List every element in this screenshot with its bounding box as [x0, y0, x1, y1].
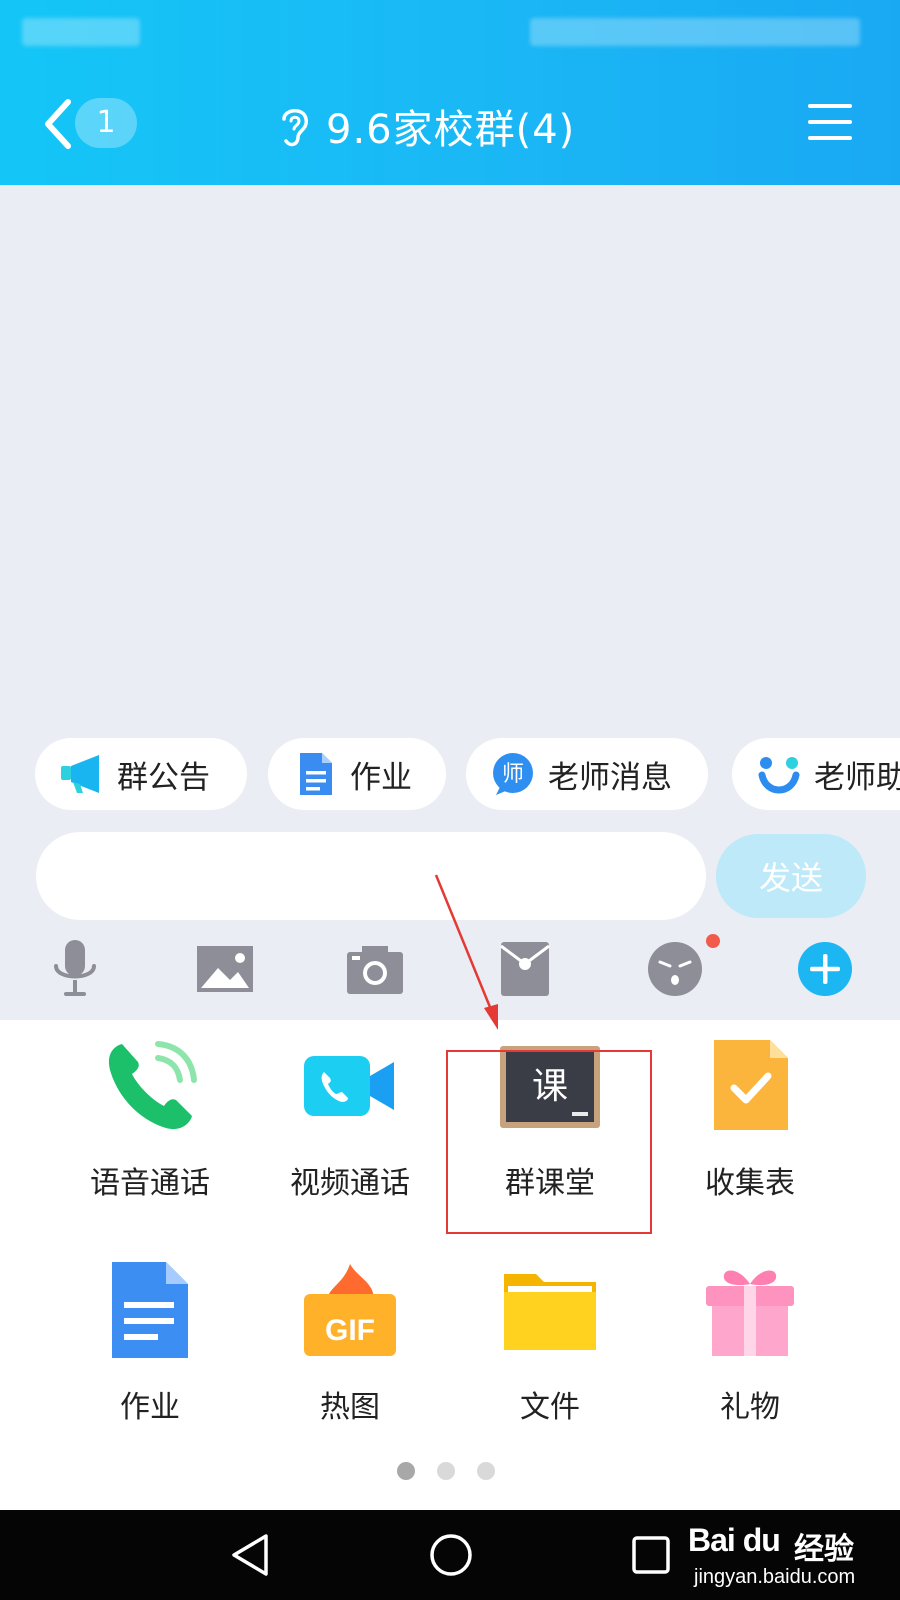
svg-text:师: 师 [502, 762, 524, 787]
watermark-logo: Bai du [688, 1522, 781, 1558]
back-triangle-icon[interactable] [226, 1530, 276, 1580]
folder-icon [504, 1274, 596, 1350]
camera-icon[interactable] [344, 938, 406, 1000]
grid-item-video-call[interactable]: 视频通话 [250, 1020, 450, 1220]
grid-item-voice-call[interactable]: 语音通话 [50, 1020, 250, 1220]
gift-icon [706, 1270, 794, 1356]
grid-item-hot-gif[interactable]: GIF 热图 [250, 1244, 450, 1444]
grid-item-gift[interactable]: 礼物 [650, 1244, 850, 1444]
image-icon[interactable] [194, 938, 256, 1000]
grid-label: 语音通话 [90, 1166, 210, 1201]
grid-label: 收集表 [705, 1166, 795, 1201]
status-bar-left-blur [22, 18, 140, 46]
teacher-message-icon: 师 [493, 753, 533, 795]
message-input[interactable] [36, 832, 706, 920]
grid-item-collection-form[interactable]: 收集表 [650, 1020, 850, 1220]
document-icon [300, 753, 332, 795]
menu-icon[interactable] [808, 102, 852, 142]
send-button[interactable]: 发送 [716, 834, 866, 918]
chip-teacher-assistant[interactable]: 老师助 [732, 738, 900, 810]
recents-square-icon[interactable] [626, 1530, 676, 1580]
chat-title: 9.6家校群(4) [326, 107, 576, 153]
chip-group-notice[interactable]: 群公告 [35, 738, 247, 810]
chat-header: 1 9.6家校群(4) [0, 0, 900, 185]
page-dot-3[interactable] [477, 1462, 495, 1480]
back-chevron-icon[interactable] [38, 96, 78, 152]
chip-label: 群公告 [117, 759, 210, 796]
microphone-icon[interactable] [44, 938, 106, 1000]
teacher-assistant-icon [758, 757, 800, 794]
megaphone-icon [61, 755, 99, 793]
grid-label: 文件 [520, 1390, 580, 1425]
chip-homework[interactable]: 作业 [268, 738, 446, 810]
baidu-watermark: Bai du 经验 jingyan.baidu.com [688, 1522, 900, 1596]
annotation-highlight-box [446, 1050, 652, 1234]
quick-actions-bar[interactable]: 群公告 作业 师 老师消息 老师助 [0, 738, 900, 812]
chip-label: 老师消息 [548, 759, 672, 796]
page-indicator [0, 1462, 900, 1482]
notification-dot [706, 934, 720, 948]
grid-label: 视频通话 [290, 1166, 410, 1201]
red-packet-icon[interactable] [494, 938, 556, 1000]
video-call-icon [304, 1056, 394, 1116]
hot-gif-icon: GIF [304, 1264, 396, 1356]
page-dot-2[interactable] [437, 1462, 455, 1480]
chip-label: 作业 [350, 759, 412, 796]
message-list[interactable] [0, 185, 900, 720]
collection-form-icon [714, 1040, 788, 1130]
watermark-brand: 经验 [794, 1532, 854, 1567]
unread-badge[interactable]: 1 [75, 98, 137, 148]
ear-icon [282, 109, 308, 147]
chat-title-group[interactable]: 9.6家校群(4) [278, 98, 575, 154]
status-bar-right-blur [530, 18, 860, 46]
gif-icon-text: GIF [325, 1314, 375, 1347]
grid-label: 作业 [120, 1390, 180, 1425]
grid-item-homework[interactable]: 作业 [50, 1244, 250, 1444]
grid-label: 热图 [320, 1390, 380, 1425]
home-circle-icon[interactable] [426, 1530, 476, 1580]
chip-label: 老师助 [814, 759, 900, 796]
homework-icon [112, 1262, 188, 1358]
emoji-icon[interactable] [644, 938, 706, 1000]
plus-icon[interactable] [794, 938, 856, 1000]
watermark-url: jingyan.baidu.com [694, 1566, 856, 1588]
grid-item-file[interactable]: 文件 [450, 1244, 650, 1444]
grid-label: 礼物 [720, 1390, 780, 1425]
page-dot-1[interactable] [397, 1462, 415, 1480]
voice-call-icon [108, 1041, 197, 1130]
chip-teacher-message[interactable]: 师 老师消息 [466, 738, 708, 810]
